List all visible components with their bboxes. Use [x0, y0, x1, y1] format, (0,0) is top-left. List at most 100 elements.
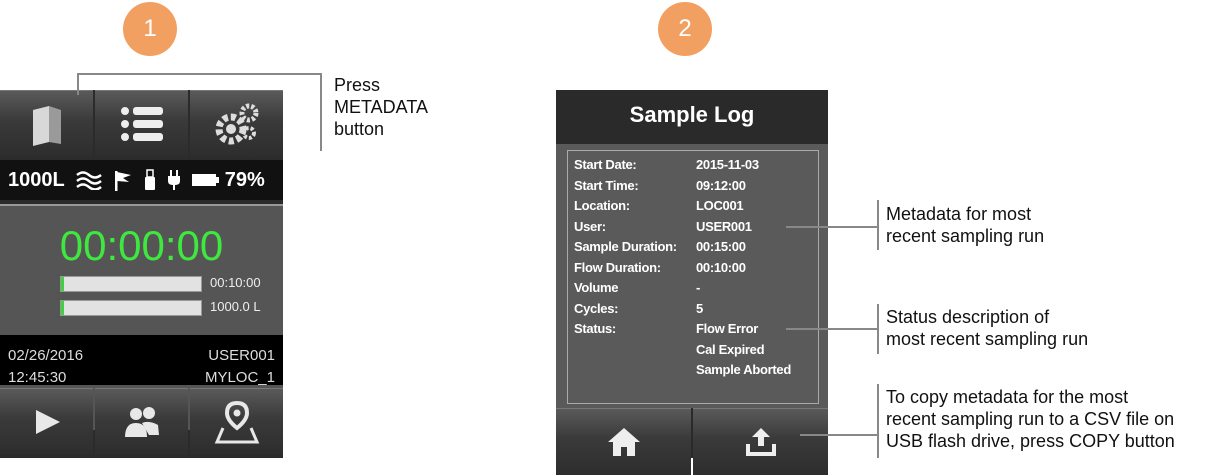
- log-row-value: -: [696, 280, 701, 295]
- log-row: Start Time: 09:12:00: [574, 178, 746, 193]
- log-row-label: Status:: [574, 321, 616, 336]
- battery-percent: 79%: [224, 168, 265, 191]
- device-home-screen: 1000L 79% 00:00:00 00:10:00 1000.0 L 02/…: [0, 90, 283, 458]
- time-label: 12:45:30: [8, 369, 67, 386]
- volume-progress-bar: [60, 300, 202, 316]
- callout-text: To copy metadata for the most: [886, 387, 1129, 407]
- elapsed-timer: 00:00:00: [59, 222, 224, 269]
- log-row-label: Flow Duration:: [574, 259, 661, 275]
- log-row-value: 00:10:00: [696, 259, 746, 275]
- log-row-value: 5: [696, 300, 703, 316]
- upload-icon: [745, 428, 776, 456]
- log-row-value: USER001: [696, 218, 752, 234]
- sample-log-panel: Start Date: 2015-11-03 Start Time: 09:12:00…: [556, 144, 828, 408]
- list-icon: [120, 107, 163, 141]
- log-row-value: 09:12:00: [696, 177, 746, 193]
- callout-line: [877, 304, 879, 354]
- gears-icon: [215, 103, 258, 145]
- device-sample-log-screen: Sample Log Start Date: 2015-11-03 Start Ti…: [556, 90, 828, 475]
- press-metadata-callout: Press METADATA button: [334, 74, 428, 140]
- log-row: Volume -: [574, 280, 700, 295]
- location-button[interactable]: [190, 388, 283, 455]
- page-title: Sample Log: [629, 102, 755, 127]
- log-row-value: Sample Aborted: [696, 362, 792, 377]
- log-row: User: USER001: [574, 219, 752, 234]
- callout-line: [77, 73, 79, 95]
- settings-button[interactable]: [190, 90, 283, 157]
- flag-icon: [113, 169, 133, 191]
- users-icon: [124, 407, 159, 437]
- book-icon: [32, 106, 61, 146]
- volume-label: 1000L: [8, 168, 65, 191]
- copy-button[interactable]: [693, 408, 828, 475]
- location-label: MYLOC_1: [204, 369, 275, 386]
- metadata-box: Start Date: 2015-11-03 Start Time: 09:12:00…: [567, 150, 819, 404]
- callout-text: most recent sampling run: [886, 329, 1089, 349]
- user-label: USER001: [208, 347, 275, 364]
- log-row-label: Cycles:: [574, 300, 619, 316]
- metadata-callout: Metadata for most recent sampling run: [886, 203, 1044, 247]
- log-row: Sample Duration: 00:15:00: [574, 239, 746, 254]
- log-row: Cal Expired: [574, 341, 765, 357]
- callout-line: [77, 73, 321, 75]
- info-panel: 02/26/2016 USER001 12:45:30 MYLOC_1: [0, 335, 283, 386]
- flow-icon: [75, 170, 103, 190]
- callout-line: [800, 434, 878, 436]
- bottom-toolbar: [0, 388, 283, 458]
- run-button[interactable]: [0, 388, 93, 455]
- callout-text: METADATA: [334, 97, 428, 117]
- log-row-label: Sample Duration:: [574, 239, 677, 254]
- plug-icon: [167, 169, 181, 191]
- callout-line: [877, 200, 879, 250]
- callout-text: Status description of: [886, 307, 1050, 327]
- users-button[interactable]: [95, 388, 188, 455]
- callout-text: Press: [334, 75, 381, 95]
- log-row-value: 2015-11-03: [696, 157, 759, 172]
- metadata-button[interactable]: [0, 90, 93, 157]
- play-icon: [35, 410, 60, 434]
- status-bar: 1000L 79%: [0, 160, 283, 200]
- log-row-value: LOC001: [696, 198, 744, 213]
- callout-text: USB flash drive, press COPY button: [886, 431, 1175, 451]
- status-callout: Status description of most recent sampli…: [886, 306, 1088, 350]
- log-row: Sample Aborted: [574, 362, 791, 377]
- callout-text: button: [334, 119, 385, 139]
- log-row: Cycles: 5: [574, 301, 703, 316]
- log-row-label: Volume: [574, 280, 619, 295]
- home-button[interactable]: [556, 408, 691, 475]
- list-button[interactable]: [95, 90, 188, 157]
- log-row-value: 00:15:00: [696, 239, 746, 254]
- battery-icon: [191, 172, 221, 188]
- copy-callout: To copy metadata for the most recent sam…: [886, 386, 1175, 452]
- top-toolbar: [0, 90, 283, 158]
- callout-text: recent sampling run: [886, 226, 1045, 246]
- log-row-label: Start Time:: [574, 177, 639, 193]
- log-row: Location: LOC001: [574, 198, 744, 213]
- log-row: Start Date: 2015-11-03: [574, 157, 759, 172]
- bottom-toolbar: [556, 408, 828, 475]
- map-pin-icon: [214, 400, 259, 444]
- callout-text: recent sampling run to a CSV file on: [886, 409, 1175, 429]
- step-badge-1: 1: [123, 2, 177, 56]
- callout-line: [877, 384, 879, 458]
- log-row-label: User:: [574, 218, 606, 234]
- date-label: 02/26/2016: [8, 347, 84, 364]
- volume-target-label: 1000.0 L: [210, 299, 261, 314]
- callout-line: [786, 328, 878, 330]
- step-badge-2: 2: [658, 2, 712, 56]
- usb-drive-icon: [143, 169, 157, 191]
- log-row: Flow Duration: 00:10:00: [574, 260, 746, 275]
- log-row-label: Location:: [574, 198, 630, 213]
- callout-text: Metadata for most: [886, 204, 1032, 224]
- callout-line: [786, 226, 878, 228]
- log-row-label: Start Date:: [574, 157, 637, 172]
- home-icon: [607, 428, 640, 456]
- callout-line: [320, 73, 322, 151]
- duration-label: 00:10:00: [210, 275, 261, 290]
- log-row-value: Cal Expired: [696, 341, 765, 357]
- duration-progress-fill: [61, 277, 64, 291]
- log-row-value: Flow Error: [696, 321, 759, 336]
- duration-progress-bar: [60, 276, 202, 292]
- volume-progress-fill: [61, 301, 64, 315]
- log-row: Status: Flow Error: [574, 321, 758, 336]
